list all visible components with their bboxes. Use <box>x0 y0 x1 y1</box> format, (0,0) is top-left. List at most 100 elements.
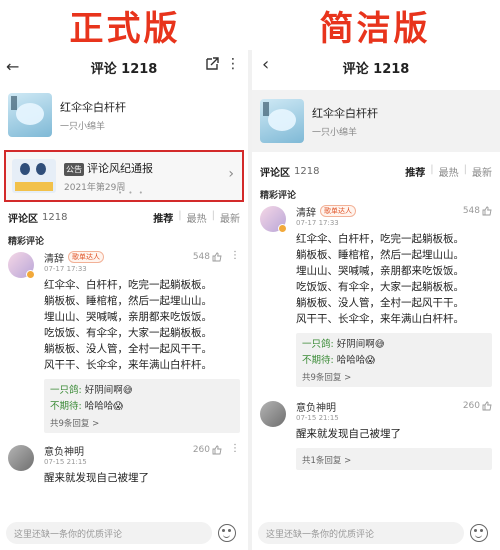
comment-text: 红伞伞、白杆杆，吃完一起躺板板。 躺板板、睡棺棺，然后一起埋山山。 埋山山、哭喊… <box>296 231 492 327</box>
avatar[interactable] <box>8 445 34 471</box>
announcement-thumbnail <box>12 159 56 193</box>
reply-username[interactable]: 不期待: <box>302 355 334 366</box>
reply-count-link[interactable]: 共9条回复 > <box>302 371 486 383</box>
reply-text: 哈哈哈😱 <box>81 401 124 412</box>
song-artist: 一只小绵羊 <box>312 127 358 138</box>
comment-username[interactable]: 清辞 <box>296 204 316 219</box>
reply-text: 好阴间啊😅 <box>81 385 133 396</box>
comment-line: 躺板板、没人管，全村一起风干干。 <box>44 343 212 355</box>
song-card[interactable]: 红伞伞白杆杆 一只小绵羊 <box>0 84 248 146</box>
sort-new[interactable]: 最新 <box>472 164 492 179</box>
user-badge: 歌单达人 <box>320 205 356 217</box>
thumbs-up-icon <box>482 206 492 216</box>
reply-item: 一只鸽: 好阴间啊😅 <box>50 383 234 399</box>
nav-bar: ‹ 评论 1218 <box>252 50 500 84</box>
reply-preview[interactable]: 一只鸽: 好阴间啊😅 不期待: 哈哈哈😱 共9条回复 > <box>44 379 240 433</box>
chevron-right-icon: › <box>228 166 234 182</box>
comment-input[interactable]: 这里还缺一条你的优质评论 <box>6 522 212 544</box>
song-name: 红伞伞白杆杆 <box>312 106 378 120</box>
sort-new[interactable]: 最新 <box>220 210 240 225</box>
announcement-title: 评论风纪通报 <box>87 161 153 175</box>
comment-tabs: 评论区 1218 推荐 | 最热 | 最新 <box>0 206 248 228</box>
emoji-icon[interactable] <box>218 524 236 542</box>
sort-hot[interactable]: 最热 <box>439 164 459 179</box>
comment-line: 躺板板、没人管，全村一起风干干。 <box>296 297 464 309</box>
like-button[interactable]: 548 <box>463 206 492 216</box>
page-title: 评论 1218 <box>342 61 410 77</box>
like-button[interactable]: 548 <box>193 252 222 262</box>
reply-text: 好阴间啊😅 <box>333 339 385 350</box>
nav-bar: ← 评论 1218 ⋮ <box>0 50 248 84</box>
comment-more-icon[interactable]: ⋮ <box>230 443 240 454</box>
comment-line: 风干干、长伞伞，来年满山白杆杆。 <box>296 313 464 325</box>
comment-username[interactable]: 意负神明 <box>296 399 336 414</box>
sort-recommend[interactable]: 推荐 <box>153 210 173 225</box>
sort-hot[interactable]: 最热 <box>187 210 207 225</box>
comment-more-icon[interactable]: ⋮ <box>230 250 240 261</box>
like-button[interactable]: 260 <box>193 445 222 455</box>
reply-username[interactable]: 一只鸽: <box>302 339 334 350</box>
thumbs-up-icon <box>212 445 222 455</box>
reply-item: 不期待: 哈哈哈😱 <box>50 399 234 415</box>
song-card[interactable]: 红伞伞白杆杆 一只小绵羊 <box>252 90 500 152</box>
comment-time: 07-17 17:33 <box>44 265 87 273</box>
comment-line: 红伞伞、白杆杆，吃完一起躺板板。 <box>296 233 464 245</box>
comment-text: 醒来就发现自己被埋了 <box>296 428 401 440</box>
comment-count: 1218 <box>294 165 320 177</box>
panel-official: ← 评论 1218 ⋮ 红伞伞白杆杆 一只小绵羊 公告 评论风纪通报 2021年第… <box>0 50 248 550</box>
comment-item: 清辞 歌单达人 07-17 17:33 548 ⋮ 红伞伞、白杆杆，吃完一起躺板板… <box>0 250 248 433</box>
carousel-dots: • • • <box>118 189 145 197</box>
reply-count-link[interactable]: 共1条回复 > <box>302 454 486 466</box>
comment-item: 清辞 歌单达人 07-17 17:33 548 红伞伞、白杆杆，吃完一起躺板板。 … <box>252 204 500 387</box>
reply-username[interactable]: 一只鸽: <box>50 385 82 396</box>
comment-zone-label: 评论区 <box>8 213 38 225</box>
back-arrow-icon[interactable]: ← <box>6 57 19 76</box>
sort-recommend[interactable]: 推荐 <box>405 164 425 179</box>
announcement-banner[interactable]: 公告 评论风纪通报 2021年第29周 › • • • <box>4 150 244 202</box>
like-button[interactable]: 260 <box>463 401 492 411</box>
song-name: 红伞伞白杆杆 <box>60 100 126 114</box>
comment-text: 红伞伞、白杆杆，吃完一起躺板板。 躺板板、睡棺棺，然后一起埋山山。 埋山山、哭喊… <box>44 277 240 373</box>
reply-preview[interactable]: 一只鸽: 好阴间啊😅 不期待: 哈哈哈😱 共9条回复 > <box>296 333 492 387</box>
share-icon[interactable] <box>204 56 220 72</box>
avatar[interactable] <box>260 206 287 233</box>
back-chevron-icon[interactable]: ‹ <box>262 54 269 75</box>
reply-username[interactable]: 不期待: <box>50 401 82 412</box>
comment-username[interactable]: 意负神明 <box>44 443 84 458</box>
comment-tabs: 评论区 1218 推荐 | 最热 | 最新 <box>252 160 500 182</box>
like-count: 260 <box>462 401 480 411</box>
comment-line: 躺板板、睡棺棺，然后一起埋山山。 <box>296 249 464 261</box>
header-simple: 简洁版 <box>319 8 431 49</box>
comment-time: 07-15 21:15 <box>296 414 339 422</box>
more-options-icon[interactable]: ⋮ <box>226 56 240 72</box>
page-title: 评论 1218 <box>90 61 158 77</box>
like-count: 548 <box>462 206 480 216</box>
comparison-root: 正式版 简洁版 ← 评论 1218 ⋮ 红伞伞白杆杆 一只小绵羊 公告 评论风纪通… <box>0 0 500 550</box>
comment-count: 1218 <box>42 211 68 223</box>
avatar[interactable] <box>8 252 35 279</box>
reply-count-link[interactable]: 共9条回复 > <box>50 417 234 429</box>
comment-item: 意负神明 07-15 21:15 260 醒来就发现自己被埋了 共1条回复 > <box>252 399 500 470</box>
panel-simple: ‹ 评论 1218 红伞伞白杆杆 一只小绵羊 评论区 1218 推荐 | 最热 … <box>252 50 500 550</box>
emoji-icon[interactable] <box>470 524 488 542</box>
album-cover <box>8 93 52 137</box>
avatar[interactable] <box>260 401 286 427</box>
sort-separator: | <box>211 209 215 221</box>
comment-line: 埋山山、哭喊喊，亲朋都来吃饭饭。 <box>296 265 464 277</box>
reply-preview[interactable]: 共1条回复 > <box>296 448 492 470</box>
song-artist: 一只小绵羊 <box>60 121 106 132</box>
like-count: 548 <box>192 252 210 262</box>
reply-item: 不期待: 哈哈哈😱 <box>302 353 486 369</box>
header-official: 正式版 <box>69 8 181 49</box>
comment-line: 吃饭饭、有伞伞，大家一起躺板板。 <box>296 281 464 293</box>
comment-time: 07-15 21:15 <box>44 458 87 466</box>
reply-item: 一只鸽: 好阴间啊😅 <box>302 337 486 353</box>
vip-badge-icon <box>278 224 287 233</box>
comment-line: 埋山山、哭喊喊，亲朋都来吃饭饭。 <box>44 311 212 323</box>
thumbs-up-icon <box>212 252 222 262</box>
comment-username[interactable]: 清辞 <box>44 250 64 265</box>
comment-input[interactable]: 这里还缺一条你的优质评论 <box>258 522 464 544</box>
comment-line: 躺板板、睡棺棺，然后一起埋山山。 <box>44 295 212 307</box>
comment-time: 07-17 17:33 <box>296 219 339 227</box>
comment-zone-label: 评论区 <box>260 167 290 179</box>
